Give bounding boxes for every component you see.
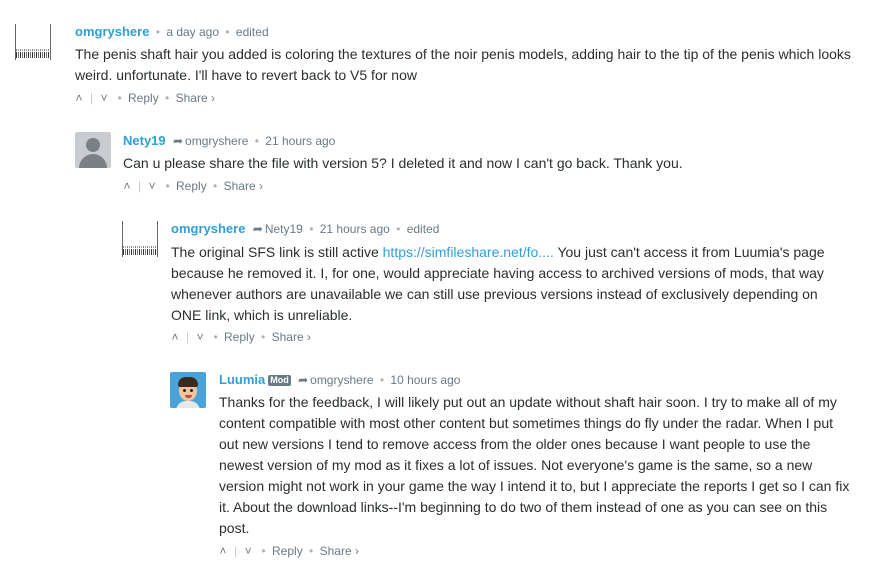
downvote-button[interactable]: ˅ [241,543,255,559]
timestamp[interactable]: a day ago [166,25,219,39]
edited-label: edited [235,25,269,39]
upvote-button[interactable]: ˄ [72,90,86,106]
simfileshare-link[interactable]: https://simfileshare.net/fo.... [383,244,554,260]
reply-arrow-icon: ➦ [172,134,184,148]
divider: | [138,179,142,193]
bullet-separator: • [213,179,218,193]
bullet-separator: • [117,91,122,105]
downvote-button[interactable]: ˅ [193,329,207,345]
avatar[interactable] [170,372,206,408]
bullet-separator: • [261,330,266,344]
comment-actions: ˄ | ˅ • Reply • Share › [72,90,215,106]
bullet-separator: • [396,222,401,236]
bullet-separator: • [261,544,266,558]
divider: | [90,91,94,105]
author-name[interactable]: Luumia [219,372,265,387]
comment-body: Thanks for the feedback, I will likely p… [219,394,850,536]
share-button[interactable]: Share › [272,330,311,344]
upvote-button[interactable]: ˄ [216,543,230,559]
reply-arrow-icon: ➦ [252,222,263,236]
bullet-separator: • [309,222,314,236]
upvote-button[interactable]: ˄ [168,329,182,345]
avatar[interactable] [75,132,111,168]
comment-actions: ˄ | ˅ • Reply • Share › [120,178,263,194]
reply-button[interactable]: Reply [224,330,255,344]
reply-button[interactable]: Reply [176,179,207,193]
timestamp[interactable]: 21 hours ago [265,134,335,148]
bullet-separator: • [165,179,170,193]
comment-body: Can u please share the file with version… [123,155,683,171]
reply-to-name[interactable]: omgryshere [185,134,248,148]
reply-arrow-icon: ➦ [298,373,309,387]
divider: | [234,544,238,558]
comment-header: Luumia Mod ➦ omgryshere • 10 hours ago [219,372,460,388]
comment-body: The penis shaft hair you added is colori… [75,46,851,83]
bullet-separator: • [254,134,259,148]
comment-header: omgryshere ➦ Nety19 • 21 hours ago • edit… [171,221,439,237]
author-name[interactable]: omgryshere [171,221,245,236]
divider: | [186,330,190,344]
bullet-separator: • [165,91,170,105]
body-text: The original SFS link is still active [171,244,383,260]
downvote-button[interactable]: ˅ [145,178,159,194]
timestamp[interactable]: 10 hours ago [390,373,460,387]
bullet-separator: • [379,373,385,387]
edited-label: edited [406,222,440,236]
bullet-separator: • [155,25,160,39]
share-button[interactable]: Share › [176,91,215,105]
reply-button[interactable]: Reply [128,91,159,105]
reply-to-name[interactable]: Nety19 [265,222,303,236]
author-name[interactable]: Nety19 [123,133,166,148]
comment-actions: ˄ | ˅ • Reply • Share › [216,543,359,559]
comment-actions: ˄ | ˅ • Reply • Share › [168,329,311,345]
bullet-separator: • [213,330,218,344]
upvote-button[interactable]: ˄ [120,178,134,194]
comment-header: Nety19 ➦ omgryshere • 21 hours ago [123,133,335,149]
bullet-separator: • [309,544,314,558]
reply-to-name[interactable]: omgryshere [310,373,373,387]
avatar[interactable] [15,24,51,60]
avatar[interactable] [122,221,158,257]
bullet-separator: • [225,25,230,39]
downvote-button[interactable]: ˅ [97,90,111,106]
share-button[interactable]: Share › [320,544,359,558]
reply-button[interactable]: Reply [272,544,303,558]
comment-header: omgryshere • a day ago • edited [75,24,269,40]
share-button[interactable]: Share › [224,179,263,193]
author-name[interactable]: omgryshere [75,24,149,39]
timestamp[interactable]: 21 hours ago [320,222,390,236]
comment-body: The original SFS link is still active ht… [171,242,851,326]
mod-badge: Mod [268,375,291,386]
